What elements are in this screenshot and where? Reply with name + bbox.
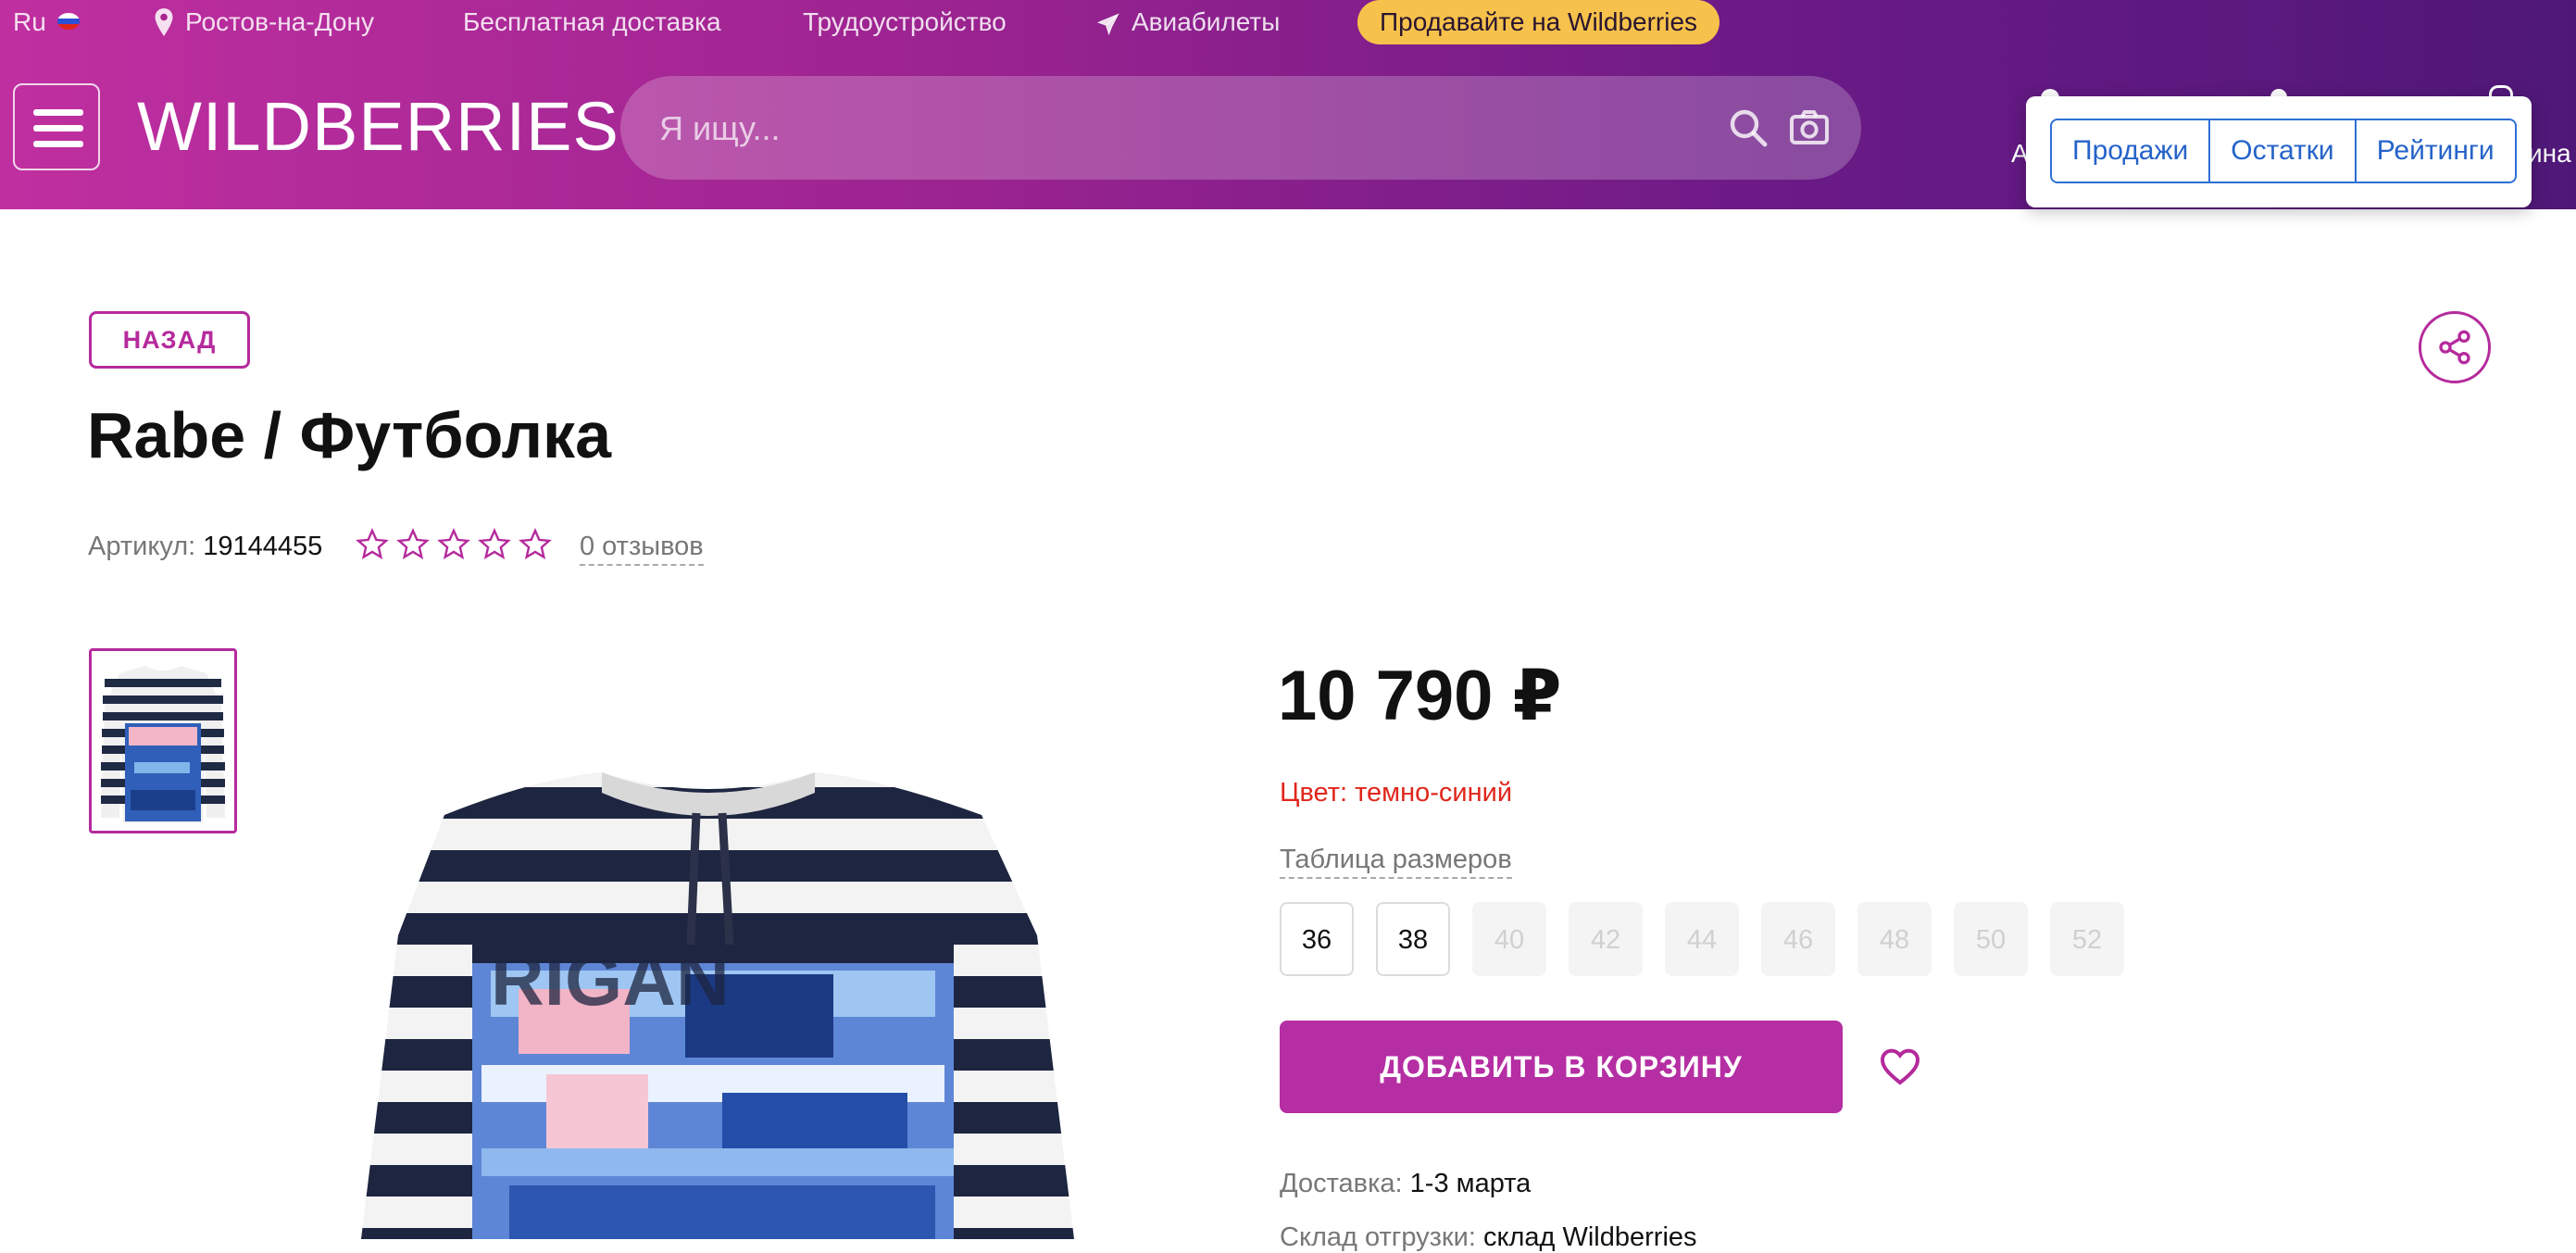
share-icon bbox=[2439, 330, 2470, 365]
plane-icon bbox=[1096, 13, 1119, 36]
size-option-unavailable: 40 bbox=[1472, 902, 1546, 976]
size-option[interactable]: 36 bbox=[1280, 902, 1354, 976]
extension-popup: Продажи Остатки Рейтинги bbox=[2026, 96, 2532, 207]
article-label: Артикул: bbox=[88, 532, 196, 561]
share-button[interactable] bbox=[2419, 311, 2491, 383]
heart-icon[interactable] bbox=[1878, 1045, 1922, 1089]
thumbnail-image bbox=[92, 651, 234, 831]
delivery-date: 1-3 марта bbox=[1409, 1169, 1532, 1198]
product-color: Цвет: темно-синий bbox=[1280, 778, 1513, 808]
warehouse-label: Склад отгрузки: bbox=[1280, 1222, 1476, 1252]
stock-button[interactable]: Остатки bbox=[2210, 120, 2357, 182]
stats-button-group: Продажи Остатки Рейтинги bbox=[2050, 119, 2517, 183]
reviews-link[interactable]: 0 отзывов bbox=[580, 532, 704, 566]
product-photo: RIGAN bbox=[361, 772, 1074, 1239]
back-button[interactable]: НАЗАД bbox=[89, 311, 250, 369]
product-price: 10 790 ₽ bbox=[1278, 657, 1562, 735]
delivery-info: Доставка: 1-3 марта bbox=[1280, 1169, 1531, 1199]
svg-text:RIGAN: RIGAN bbox=[491, 938, 730, 1021]
menu-button[interactable] bbox=[13, 83, 100, 170]
size-option-unavailable: 46 bbox=[1761, 902, 1835, 976]
warehouse-info: Склад отгрузки: склад Wildberries bbox=[1280, 1222, 1697, 1253]
header-cart-label-fragment: ина bbox=[2528, 139, 2571, 168]
delivery-label: Доставка: bbox=[1280, 1169, 1403, 1198]
city-selector[interactable]: Ростов-на-Дону bbox=[185, 7, 374, 37]
search-bar bbox=[620, 76, 1861, 182]
star-icon bbox=[396, 528, 430, 559]
size-option-unavailable: 48 bbox=[1857, 902, 1932, 976]
camera-icon[interactable] bbox=[1787, 106, 1832, 150]
article-number: Артикул: 19144455 bbox=[88, 532, 322, 562]
logo[interactable]: WILDBERRIES bbox=[137, 87, 619, 166]
product-title: Rabe / Футболка bbox=[87, 399, 612, 471]
size-option-unavailable: 50 bbox=[1954, 902, 2028, 976]
rating-stars bbox=[356, 528, 552, 561]
search-input[interactable] bbox=[657, 76, 1680, 182]
article-value: 19144455 bbox=[203, 532, 323, 561]
language-switch[interactable]: Ru bbox=[13, 7, 46, 37]
size-option-unavailable: 52 bbox=[2050, 902, 2124, 976]
star-icon bbox=[478, 528, 511, 559]
jobs-link[interactable]: Трудоустройство bbox=[803, 7, 1007, 37]
map-pin-icon bbox=[155, 8, 173, 36]
size-option[interactable]: 38 bbox=[1376, 902, 1450, 976]
search-icon[interactable] bbox=[1726, 106, 1770, 150]
flights-link[interactable]: Авиабилеты bbox=[1132, 7, 1280, 37]
add-to-cart-button[interactable]: ДОБАВИТЬ В КОРЗИНУ bbox=[1280, 1021, 1843, 1113]
product-thumbnail[interactable] bbox=[89, 648, 237, 833]
star-icon bbox=[356, 528, 389, 559]
warehouse-value: склад Wildberries bbox=[1482, 1222, 1697, 1252]
star-icon bbox=[437, 528, 470, 559]
star-icon bbox=[519, 528, 552, 559]
size-option-unavailable: 44 bbox=[1665, 902, 1739, 976]
size-table-link[interactable]: Таблица размеров bbox=[1280, 845, 1512, 879]
sales-button[interactable]: Продажи bbox=[2052, 120, 2211, 182]
free-delivery-link[interactable]: Бесплатная доставка bbox=[463, 7, 721, 37]
product-main-image[interactable]: RIGAN bbox=[333, 759, 1102, 1239]
top-bar: Ru Ростов-на-Дону Бесплатная доставка Тр… bbox=[0, 0, 2576, 46]
menu-icon bbox=[33, 109, 83, 116]
sell-on-wildberries-button[interactable]: Продавайте на Wildberries bbox=[1357, 0, 1720, 44]
ratings-button[interactable]: Рейтинги bbox=[2357, 120, 2515, 182]
size-option-unavailable: 42 bbox=[1569, 902, 1643, 976]
ru-flag-icon bbox=[57, 13, 80, 30]
size-selector: 36 38 40 42 44 46 48 50 52 bbox=[1280, 902, 2124, 976]
